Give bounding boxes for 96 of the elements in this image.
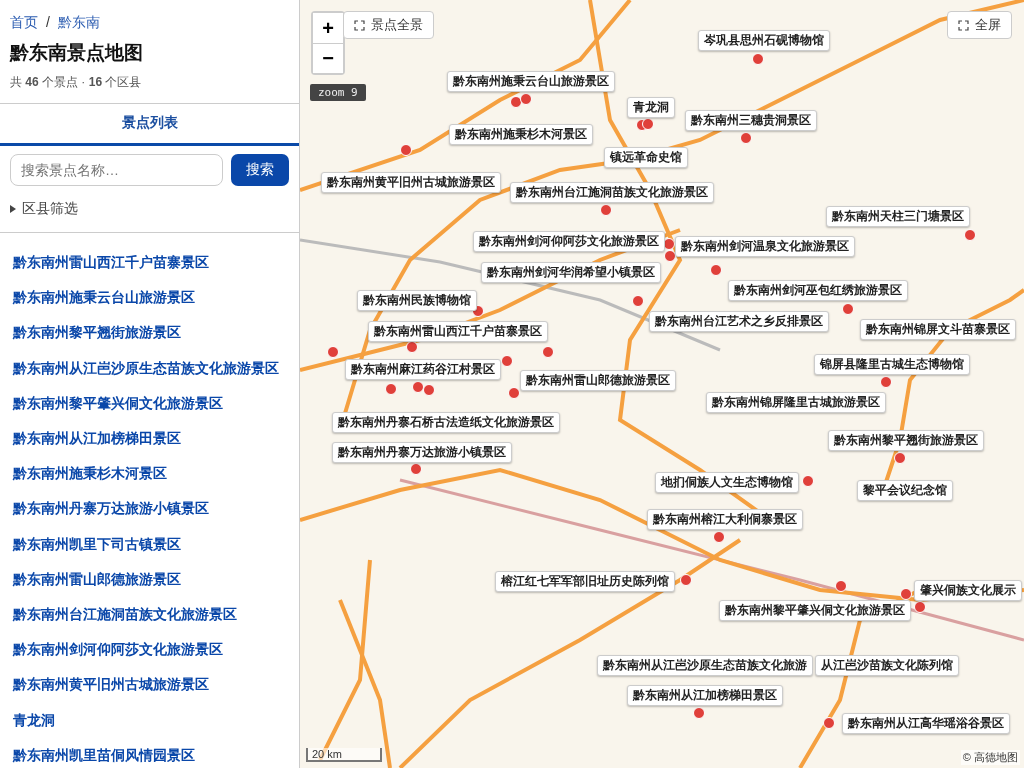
spot-label[interactable]: 黔东南州施秉杉木河景区: [449, 124, 593, 145]
spot-label[interactable]: 黔东南州剑河巫包红绣旅游景区: [728, 280, 908, 301]
location-marker-icon[interactable]: [710, 264, 722, 276]
spot-link[interactable]: 黔东南州黎平翘街旅游景区: [13, 315, 286, 351]
location-marker-icon[interactable]: [600, 204, 612, 216]
overview-button[interactable]: 景点全景: [343, 11, 434, 39]
location-marker-icon[interactable]: [900, 588, 912, 600]
search-button[interactable]: 搜索: [231, 154, 289, 186]
spot-label[interactable]: 榕江红七军军部旧址历史陈列馆: [495, 571, 675, 592]
spot-label[interactable]: 黔东南州黎平肇兴侗文化旅游景区: [719, 600, 911, 621]
zoom-out-button[interactable]: −: [313, 43, 343, 73]
location-marker-icon[interactable]: [842, 303, 854, 315]
spot-label[interactable]: 肇兴侗族文化展示: [914, 580, 1022, 601]
location-marker-icon[interactable]: [412, 381, 424, 393]
spot-label[interactable]: 青龙洞: [627, 97, 675, 118]
location-marker-icon[interactable]: [823, 717, 835, 729]
location-marker-icon[interactable]: [410, 463, 422, 475]
spot-label[interactable]: 黔东南州施秉云台山旅游景区: [447, 71, 615, 92]
district-filter-toggle[interactable]: 区县筛选: [22, 200, 78, 218]
spot-label[interactable]: 黔东南州从江加榜梯田景区: [627, 685, 783, 706]
location-marker-icon[interactable]: [664, 250, 676, 262]
spot-link[interactable]: 黔东南州从江加榜梯田景区: [13, 421, 286, 457]
spot-link[interactable]: 青龙洞: [13, 702, 286, 738]
spot-label[interactable]: 黔东南州台江施洞苗族文化旅游景区: [510, 182, 714, 203]
location-marker-icon[interactable]: [964, 229, 976, 241]
spot-link[interactable]: 黔东南州施秉杉木河景区: [13, 456, 286, 492]
location-marker-icon[interactable]: [740, 132, 752, 144]
location-marker-icon[interactable]: [693, 707, 705, 719]
spot-link[interactable]: 黔东南州凯里下司古镇景区: [13, 526, 286, 562]
spot-label[interactable]: 黔东南州榕江大利侗寨景区: [647, 509, 803, 530]
spot-link[interactable]: 黔东南州雷山郎德旅游景区: [13, 561, 286, 598]
zoom-level-badge: zoom 9: [310, 84, 366, 101]
spot-label[interactable]: 黔东南州台江艺术之乡反排景区: [649, 311, 829, 332]
spot-label[interactable]: 黔东南州雷山郎德旅游景区: [520, 370, 676, 391]
spot-label[interactable]: 黔东南州锦屏隆里古城旅游景区: [706, 392, 886, 413]
location-marker-icon[interactable]: [501, 355, 513, 367]
location-marker-icon[interactable]: [400, 144, 412, 156]
location-marker-icon[interactable]: [642, 118, 654, 130]
spot-label[interactable]: 黔东南州锦屏文斗苗寨景区: [860, 319, 1016, 340]
spot-label[interactable]: 岑巩县思州石砚博物馆: [698, 30, 830, 51]
spot-link[interactable]: 黔东南州黎平肇兴侗文化旅游景区: [13, 385, 286, 421]
page-title: 黔东南景点地图: [10, 41, 144, 65]
breadcrumb-separator: /: [46, 14, 50, 32]
spot-label[interactable]: 黎平会议纪念馆: [857, 480, 953, 501]
location-marker-icon[interactable]: [680, 574, 692, 586]
spot-link[interactable]: 黔东南州雷山西江千户苗寨景区: [13, 245, 286, 281]
spot-link[interactable]: 黔东南州剑河仰阿莎文化旅游景区: [13, 632, 286, 668]
stats-text: 共 46 个景点 · 16 个区县: [10, 74, 143, 91]
fullscreen-button[interactable]: 全屏: [947, 11, 1012, 39]
spot-label[interactable]: 黔东南州雷山西江千户苗寨景区: [368, 321, 548, 342]
search-field[interactable]: 搜索景点名称…: [10, 154, 223, 186]
spot-label[interactable]: 黔东南州黄平旧州古城旅游景区: [321, 172, 501, 193]
location-marker-icon[interactable]: [713, 531, 725, 543]
spot-label[interactable]: 黔东南州从江岜沙原生态苗族文化旅游: [597, 655, 813, 676]
disclosure-triangle-icon[interactable]: [10, 205, 16, 213]
scale-bar: 20 km: [306, 748, 382, 762]
spot-label[interactable]: 黔东南州剑河华润希望小镇景区: [481, 262, 661, 283]
spot-label[interactable]: 黔东南州剑河温泉文化旅游景区: [675, 236, 855, 257]
spot-label[interactable]: 黔东南州从江高华瑶浴谷景区: [842, 713, 1010, 734]
spot-label[interactable]: 地扪侗族人文生态博物馆: [655, 472, 799, 493]
location-marker-icon[interactable]: [508, 387, 520, 399]
fullscreen-icon: [354, 19, 365, 31]
spot-label[interactable]: 从江岜沙苗族文化陈列馆: [815, 655, 959, 676]
spot-label[interactable]: 黔东南州丹寨万达旅游小镇景区: [332, 442, 512, 463]
spot-link[interactable]: 黔东南州从江岜沙原生态苗族文化旅游景区: [13, 350, 286, 386]
location-marker-icon[interactable]: [385, 383, 397, 395]
location-marker-icon[interactable]: [423, 384, 435, 396]
location-marker-icon[interactable]: [510, 96, 522, 108]
spot-label[interactable]: 黔东南州民族博物馆: [357, 290, 477, 311]
fullscreen-icon: [958, 19, 969, 31]
spot-label[interactable]: 黔东南州天柱三门塘景区: [826, 206, 970, 227]
breadcrumb-link[interactable]: 首页: [10, 14, 38, 32]
spot-label[interactable]: 锦屏县隆里古城生态博物馆: [814, 354, 970, 375]
spot-label[interactable]: 镇远革命史馆: [604, 147, 688, 168]
spot-label[interactable]: 黔东南州麻江药谷江村景区: [345, 359, 501, 380]
location-marker-icon[interactable]: [520, 93, 532, 105]
spot-link[interactable]: 黔东南州黄平旧州古城旅游景区: [13, 667, 286, 703]
spot-label[interactable]: 黔东南州丹寨石桥古法造纸文化旅游景区: [332, 412, 560, 433]
spot-label[interactable]: 黔东南州黎平翘街旅游景区: [828, 430, 984, 451]
list-tab[interactable]: 景点列表: [0, 104, 299, 146]
location-marker-icon[interactable]: [835, 580, 847, 592]
location-marker-icon[interactable]: [880, 376, 892, 388]
breadcrumb-link[interactable]: 黔东南: [57, 14, 100, 32]
location-marker-icon[interactable]: [752, 53, 764, 65]
spot-link[interactable]: 黔东南州施秉云台山旅游景区: [13, 280, 286, 316]
location-marker-icon[interactable]: [632, 295, 644, 307]
location-marker-icon[interactable]: [802, 475, 814, 487]
attribution-text: © 高德地图: [960, 750, 1020, 765]
location-marker-icon[interactable]: [327, 346, 339, 358]
spot-link[interactable]: 黔东南州凯里苗侗风情园景区: [13, 737, 286, 768]
spot-label[interactable]: 黔东南州三穗贵洞景区: [685, 110, 817, 131]
location-marker-icon[interactable]: [542, 346, 554, 358]
spot-link[interactable]: 黔东南州丹寨万达旅游小镇景区: [13, 491, 286, 527]
spot-label[interactable]: 黔东南州剑河仰阿莎文化旅游景区: [473, 231, 665, 252]
spot-link[interactable]: 黔东南州台江施洞苗族文化旅游景区: [13, 597, 286, 633]
location-marker-icon[interactable]: [914, 601, 926, 613]
